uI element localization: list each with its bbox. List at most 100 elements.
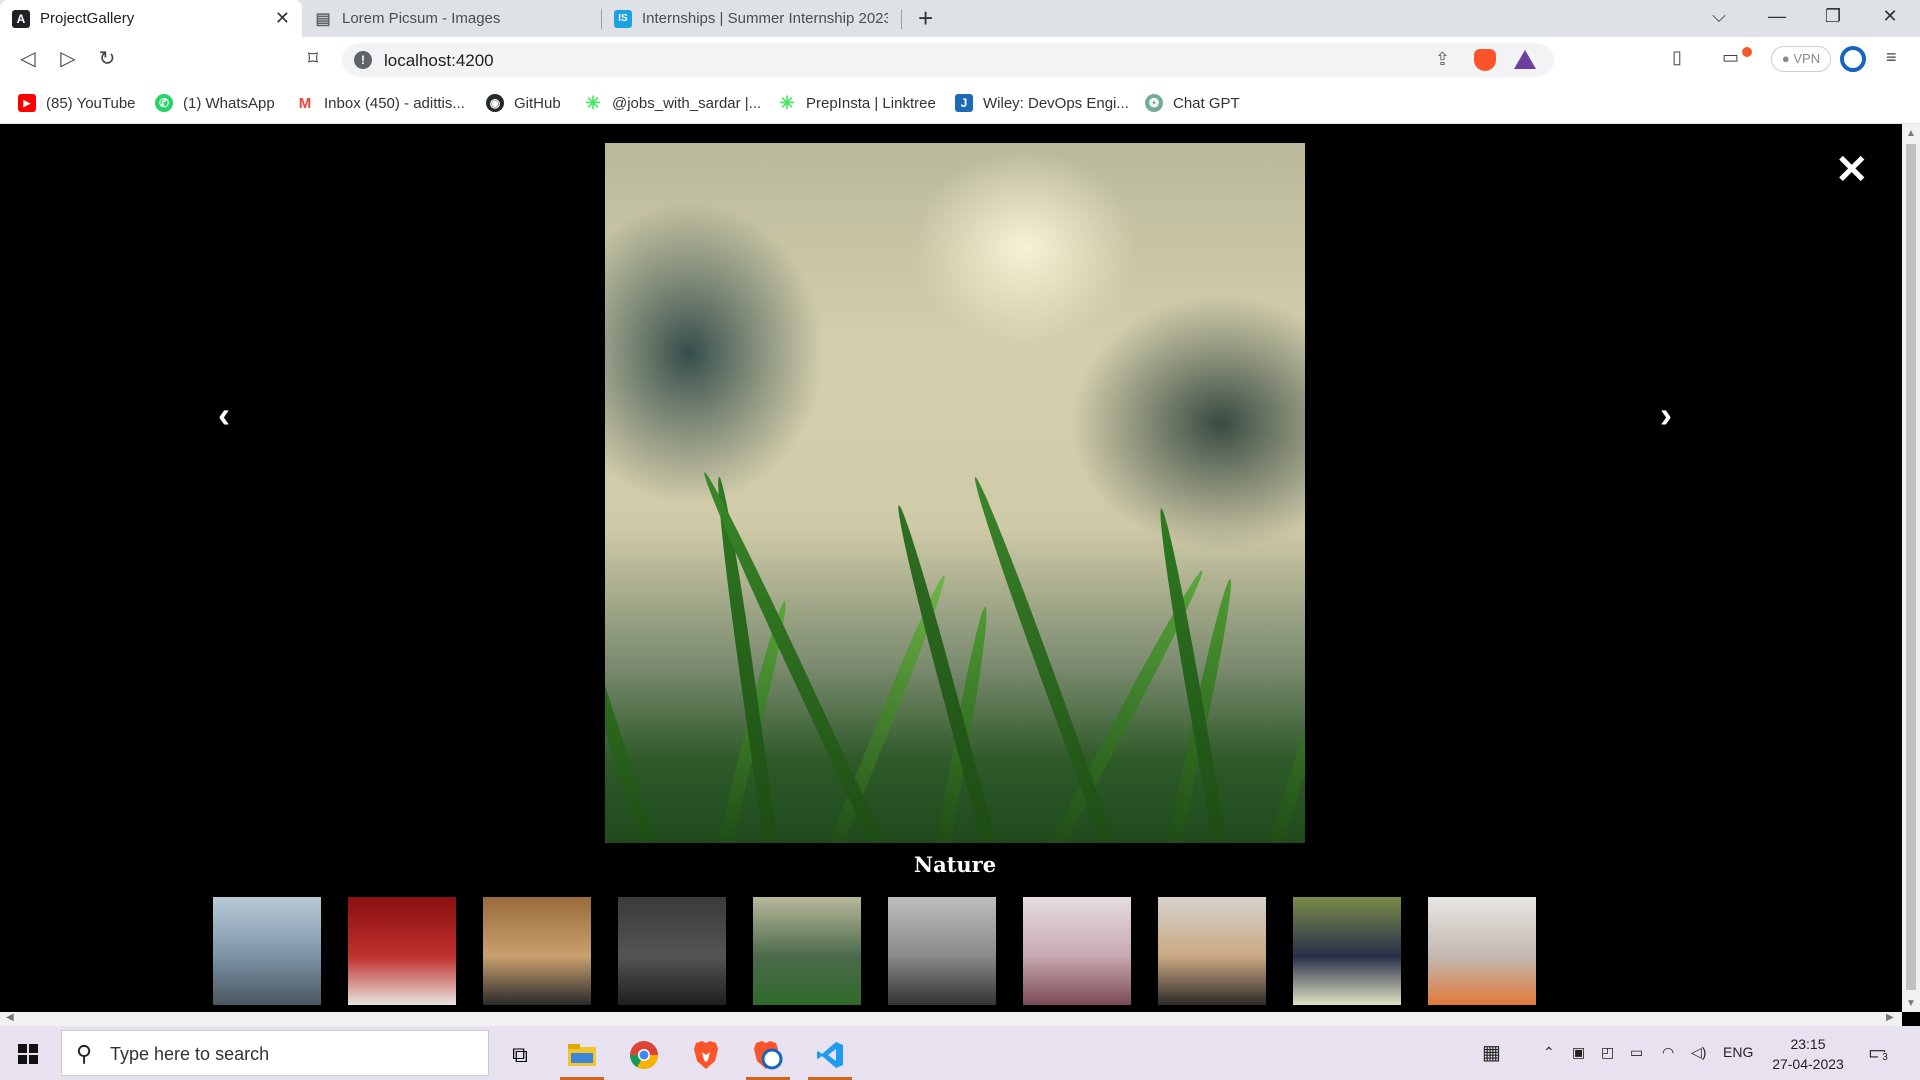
wallet-icon[interactable]: ▭: [1722, 47, 1739, 68]
bookmark-icon[interactable]: ⌑: [299, 46, 327, 71]
close-window-icon[interactable]: ✕: [1878, 6, 1902, 27]
new-tab-button[interactable]: +: [918, 4, 933, 32]
bookmark-label: @jobs_with_sardar |...: [612, 94, 762, 112]
restore-icon[interactable]: ❐: [1821, 6, 1845, 27]
tab-project-gallery[interactable]: A ProjectGallery ✕: [0, 0, 302, 37]
tab-internships[interactable]: IS Internships | Summer Internship 2023: [602, 0, 900, 37]
gallery-lightbox: ✕ ‹ › Nature: [0, 124, 1902, 1012]
browser-toolbar: ◁ ▷ ↻ ⌑ ! localhost:4200 ⇪ ▯ ▭ ● VPN ≡: [0, 37, 1920, 84]
bookmark-prepinsta[interactable]: ✳ PrepInsta | Linktree: [778, 92, 936, 113]
tab-title: ProjectGallery: [40, 10, 135, 27]
volume-icon[interactable]: ◁): [1691, 1044, 1706, 1061]
bookmark-label: Inbox (450) - adittis...: [324, 94, 465, 112]
bookmark-label: Wiley: DevOps Engi...: [983, 94, 1129, 112]
thumbnail-street[interactable]: [888, 897, 996, 1005]
bookmark-github[interactable]: ◉ GitHub: [486, 94, 561, 112]
thumbnail-coast[interactable]: [1158, 897, 1266, 1005]
thumbnail-strip: [213, 897, 1543, 1005]
close-tab-icon[interactable]: ✕: [275, 8, 290, 29]
language-indicator[interactable]: ENG: [1723, 1044, 1753, 1060]
thumbnail-grass[interactable]: [753, 897, 861, 1005]
taskbar-search[interactable]: ⚲ Type here to search: [61, 1030, 489, 1076]
reload-icon[interactable]: ↻: [93, 46, 121, 71]
bookmark-gmail[interactable]: M Inbox (450) - adittis...: [296, 94, 465, 112]
tab-lorem-picsum[interactable]: ▤ Lorem Picsum - Images: [302, 0, 600, 37]
thumbnail-branches[interactable]: [1023, 897, 1131, 1005]
profile-avatar[interactable]: [1840, 46, 1866, 72]
linktree-icon: ✳: [779, 92, 795, 113]
internshala-icon: IS: [614, 9, 632, 28]
bookmark-label: PrepInsta | Linktree: [806, 94, 936, 112]
close-lightbox-button[interactable]: ✕: [1835, 150, 1869, 190]
images-icon: ▤: [315, 10, 331, 28]
browser-tab-strip: A ProjectGallery ✕ ▤ Lorem Picsum - Imag…: [0, 0, 1920, 37]
bookmark-wiley[interactable]: J Wiley: DevOps Engi...: [955, 94, 1129, 112]
horizontal-scrollbar[interactable]: ◀ ▶: [0, 1012, 1902, 1026]
chrome-icon[interactable]: [620, 1034, 668, 1076]
scrollbar-thumb[interactable]: [1906, 144, 1916, 990]
brave-browser-icon[interactable]: [682, 1034, 730, 1076]
bookmark-youtube[interactable]: ▶ (85) YouTube: [18, 94, 136, 112]
github-icon: ◉: [486, 94, 504, 112]
grass-blade: [968, 474, 1119, 843]
linktree-icon: ✳: [585, 92, 601, 113]
taskbar-clock[interactable]: 23:15 27-04-2023: [1768, 1034, 1848, 1074]
clock-date: 27-04-2023: [1772, 1056, 1844, 1072]
address-bar[interactable]: ! localhost:4200 ⇪: [342, 43, 1554, 77]
scroll-right-icon[interactable]: ▶: [1886, 1012, 1894, 1023]
url-text[interactable]: localhost:4200: [384, 51, 494, 71]
thumbnail-laptop[interactable]: [483, 897, 591, 1005]
whatsapp-icon: ✆: [155, 94, 173, 112]
task-view-icon[interactable]: ⧉: [496, 1034, 544, 1076]
previous-image-button[interactable]: ‹: [218, 394, 230, 436]
meet-now-icon[interactable]: ▣: [1572, 1044, 1585, 1061]
share-icon[interactable]: ⇪: [1435, 49, 1450, 70]
chatgpt-icon: ❂: [1145, 94, 1163, 112]
youtube-icon: ▶: [18, 94, 36, 112]
sidebar-icon[interactable]: ▯: [1672, 47, 1682, 68]
scroll-left-icon[interactable]: ◀: [6, 1012, 14, 1023]
vscode-icon[interactable]: [806, 1034, 854, 1080]
bookmark-label: (85) YouTube: [46, 94, 136, 112]
scroll-down-icon[interactable]: ▼: [1906, 998, 1916, 1009]
forward-icon[interactable]: ▷: [54, 46, 82, 71]
back-icon[interactable]: ◁: [14, 46, 42, 71]
tab-title: Internships | Summer Internship 2023: [642, 10, 888, 27]
gmail-icon: M: [298, 94, 312, 112]
next-image-button[interactable]: ›: [1660, 394, 1672, 436]
vertical-scrollbar[interactable]: ▲ ▼: [1902, 124, 1920, 1012]
bookmark-label: (1) WhatsApp: [183, 94, 275, 112]
main-image: [605, 143, 1305, 843]
wifi-icon[interactable]: ◠: [1662, 1044, 1674, 1061]
minimize-icon[interactable]: —: [1765, 6, 1789, 27]
image-caption: Nature: [913, 852, 997, 877]
vpn-button[interactable]: ● VPN: [1771, 46, 1831, 72]
bookmark-whatsapp[interactable]: ✆ (1) WhatsApp: [155, 94, 275, 112]
windows-start-icon[interactable]: [18, 1044, 38, 1064]
bookmark-chatgpt[interactable]: ❂ Chat GPT: [1145, 94, 1240, 112]
thumbnail-desk[interactable]: [1428, 897, 1536, 1005]
brave-rewards-icon[interactable]: [1514, 50, 1536, 69]
vpn-label: VPN: [1793, 51, 1821, 66]
thumbnail-shoes[interactable]: [348, 897, 456, 1005]
scroll-up-icon[interactable]: ▲: [1906, 128, 1916, 139]
search-placeholder[interactable]: Type here to search: [110, 1044, 269, 1065]
bookmark-label: GitHub: [514, 94, 561, 112]
menu-icon[interactable]: ≡: [1886, 47, 1897, 68]
tab-search-chevron-icon[interactable]: ⌵: [1707, 6, 1731, 27]
brave-shields-icon[interactable]: [1474, 49, 1496, 71]
clock-time: 23:15: [1790, 1036, 1826, 1052]
news-widget-icon[interactable]: ▦: [1482, 1040, 1501, 1065]
file-explorer-icon[interactable]: [558, 1034, 606, 1080]
thumbnail-beach[interactable]: [213, 897, 321, 1005]
brave-profile-icon[interactable]: [744, 1034, 792, 1080]
bookmark-jobs-with-sardar[interactable]: ✳ @jobs_with_sardar |...: [584, 92, 762, 113]
show-hidden-icons-chevron-icon[interactable]: ⌃: [1543, 1044, 1555, 1061]
network-adapter-icon[interactable]: ◰: [1601, 1044, 1614, 1061]
thumbnail-grapes[interactable]: [1293, 897, 1401, 1005]
thumbnail-gadgets[interactable]: [618, 897, 726, 1005]
battery-icon[interactable]: ▭: [1630, 1044, 1643, 1061]
notification-count: 3: [1878, 1052, 1892, 1063]
notifications-icon[interactable]: ▭ 3: [1868, 1040, 1892, 1065]
site-info-icon[interactable]: !: [354, 51, 372, 69]
